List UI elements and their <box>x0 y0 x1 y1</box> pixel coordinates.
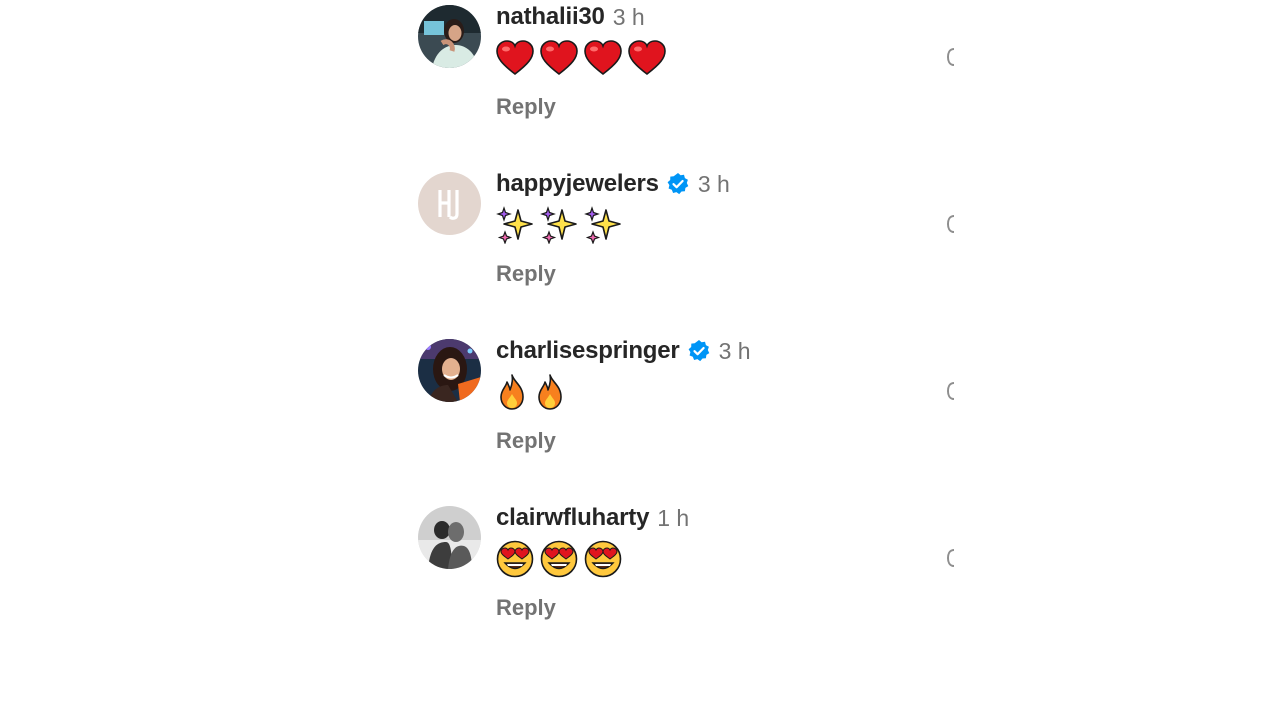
reply-button[interactable]: Reply <box>496 595 556 621</box>
comments-list: nathalii30 3 h Reply happyjewelers 3 h R… <box>0 0 1280 720</box>
comment-timestamp[interactable]: 1 h <box>657 505 689 532</box>
reply-button[interactable]: Reply <box>496 94 556 120</box>
sparkles-emoji-icon <box>584 206 621 244</box>
comment-timestamp[interactable]: 3 h <box>719 338 751 365</box>
comment-item: nathalii30 3 h Reply <box>418 0 958 140</box>
comment-username[interactable]: charlisespringer <box>496 337 680 365</box>
like-button[interactable] <box>946 546 954 570</box>
heart-outline-icon <box>946 549 954 567</box>
heart-eyes-emoji-icon <box>584 540 622 578</box>
comment-item: happyjewelers 3 h Reply <box>418 167 958 307</box>
sparkles-emoji-icon <box>540 206 577 244</box>
heart-emoji-icon <box>584 40 622 76</box>
reply-button[interactable]: Reply <box>496 428 556 454</box>
like-button[interactable] <box>946 45 954 69</box>
avatar[interactable] <box>418 5 481 68</box>
avatar-photo <box>418 506 481 569</box>
comment-timestamp[interactable]: 3 h <box>613 4 645 31</box>
comment-item: charlisespringer 3 h Reply <box>418 334 958 474</box>
heart-emoji-icon <box>628 40 666 76</box>
comment-item: clairwfluharty 1 h Reply <box>418 501 958 641</box>
like-button[interactable] <box>946 379 954 403</box>
reply-button[interactable]: Reply <box>496 261 556 287</box>
fire-emoji-icon <box>500 374 524 410</box>
comment-text <box>496 537 936 581</box>
sparkles-emoji-icon <box>496 206 533 244</box>
comment-text <box>496 370 936 414</box>
heart-emoji-icon <box>496 40 534 76</box>
comment-text <box>496 36 936 80</box>
comment-text <box>496 203 936 247</box>
verified-badge-icon <box>667 173 689 195</box>
comment-username[interactable]: happyjewelers <box>496 170 659 198</box>
heart-eyes-emoji-icon <box>540 540 578 578</box>
verified-badge-icon <box>688 340 709 362</box>
avatar[interactable] <box>418 172 481 235</box>
avatar-photo <box>418 339 481 402</box>
fire-emoji-icon <box>538 374 562 410</box>
comment-username[interactable]: nathalii30 <box>496 3 605 31</box>
avatar-monogram <box>418 172 481 235</box>
heart-eyes-emoji-icon <box>496 540 534 578</box>
avatar[interactable] <box>418 506 481 569</box>
comment-timestamp[interactable]: 3 h <box>698 171 730 198</box>
comment-username[interactable]: clairwfluharty <box>496 504 649 532</box>
heart-emoji-icon <box>540 40 578 76</box>
heart-outline-icon <box>946 48 954 66</box>
like-button[interactable] <box>946 212 954 236</box>
avatar[interactable] <box>418 339 481 402</box>
heart-outline-icon <box>946 382 954 400</box>
heart-outline-icon <box>946 215 954 233</box>
avatar-photo <box>418 5 481 68</box>
